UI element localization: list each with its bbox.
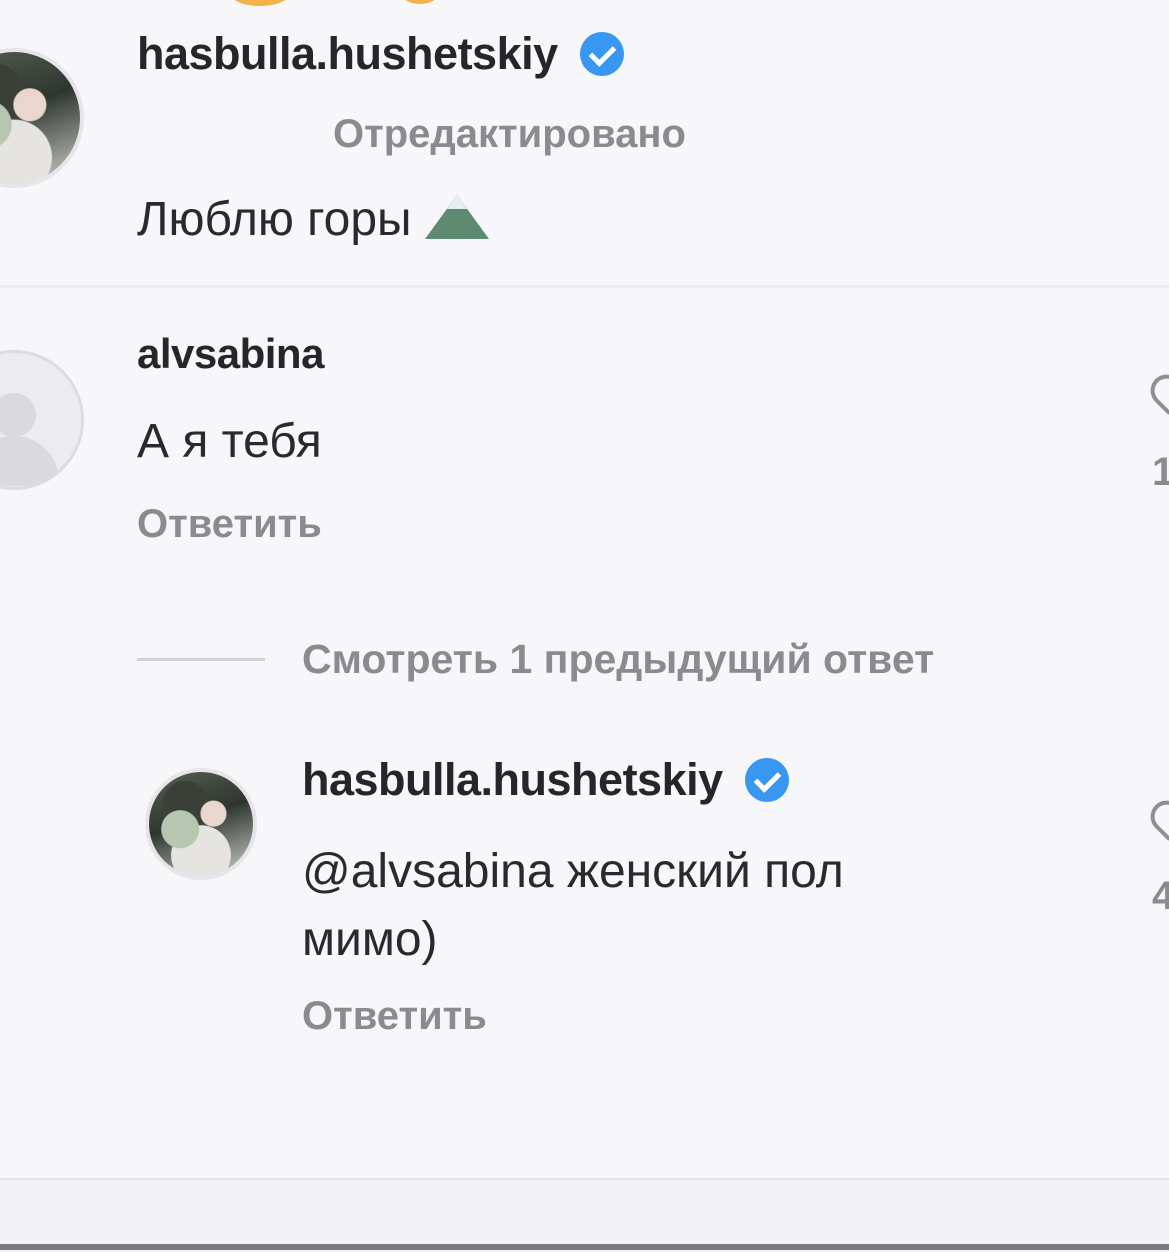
like-heart-icon[interactable]: [1143, 367, 1169, 417]
verified-badge-icon: [580, 32, 625, 76]
divider: [0, 285, 1169, 288]
like-count: 4: [1152, 874, 1169, 918]
like-count: 1: [1152, 450, 1169, 494]
mountain-emoji-icon: [424, 193, 489, 239]
comment-header: hasbulla.hushetskiy: [137, 28, 625, 79]
comment-text-content: Люблю горы: [137, 193, 412, 246]
view-previous-replies-button[interactable]: Смотреть 1 предыдущий ответ: [302, 636, 934, 683]
emoji-partial-top-2: [400, 0, 440, 4]
bottom-edge: [0, 1244, 1169, 1250]
username[interactable]: hasbulla.hushetskiy: [302, 754, 723, 805]
reply-button[interactable]: Ответить: [302, 994, 487, 1039]
reply-header: hasbulla.hushetskiy: [302, 754, 790, 805]
reply-text-line-1: @alvsabina женский пол: [302, 845, 844, 898]
reply-button[interactable]: Ответить: [137, 502, 322, 547]
comment-text: А я тебя: [137, 415, 322, 468]
edited-label: Отредактировано: [333, 112, 686, 156]
bottom-bar: [0, 1178, 1169, 1252]
comment-text: Люблю горы: [137, 192, 489, 247]
default-avatar-head: [0, 393, 36, 438]
replies-line: [137, 658, 265, 661]
username[interactable]: alvsabina: [137, 330, 324, 378]
default-avatar-body: [0, 436, 59, 487]
avatar[interactable]: [0, 48, 84, 188]
username[interactable]: hasbulla.hushetskiy: [137, 28, 558, 79]
avatar[interactable]: [145, 768, 257, 880]
like-heart-icon[interactable]: [1143, 793, 1169, 843]
verified-badge-icon: [745, 758, 790, 802]
reply-text-line-2: мимо): [302, 913, 438, 966]
reply-text: @alvsabina женский пол мимо): [302, 838, 844, 974]
avatar[interactable]: [0, 350, 84, 490]
emoji-partial-top: [230, 0, 290, 6]
